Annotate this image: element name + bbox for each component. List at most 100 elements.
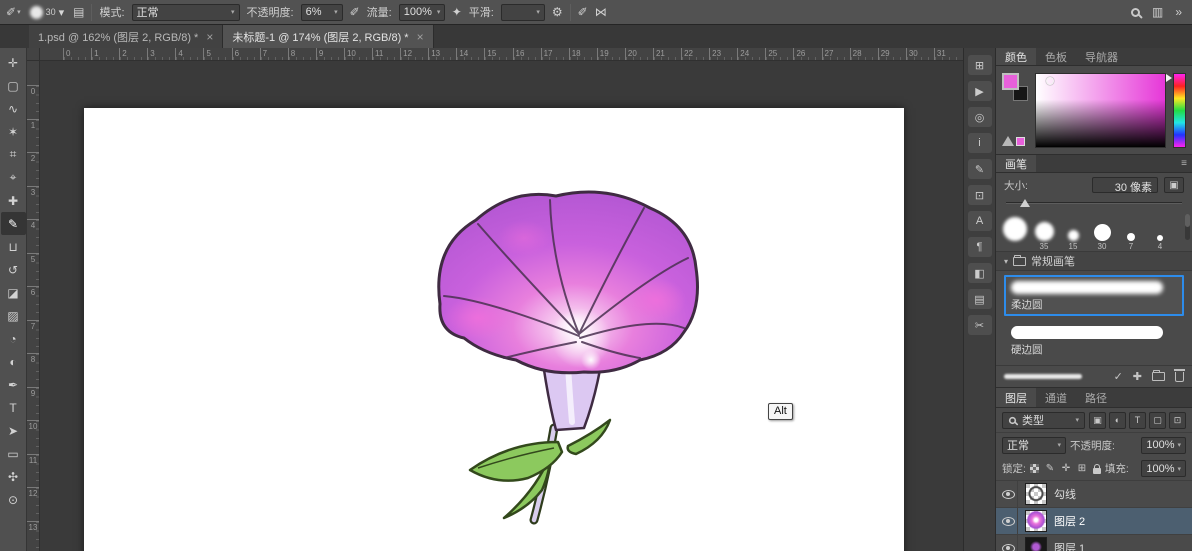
panel-tab[interactable]: 导航器 xyxy=(1076,48,1127,65)
color-saturation-field[interactable] xyxy=(1035,73,1166,148)
blend-mode-select[interactable]: 正常 ▾ xyxy=(131,3,240,21)
brushes-panel-tab[interactable]: 画笔 xyxy=(996,155,1036,172)
tool-type[interactable]: T xyxy=(1,396,26,419)
layer-visibility-eye-icon[interactable] xyxy=(1002,543,1015,551)
tool-move[interactable]: ✛ xyxy=(1,51,26,74)
tool-history-brush[interactable]: ↺ xyxy=(1,258,26,281)
panel-icon-adjustments[interactable]: ◧ xyxy=(967,263,992,283)
new-brush-icon[interactable]: ✚ xyxy=(1133,370,1142,383)
panel-icon-swatches[interactable]: ⊞ xyxy=(967,55,992,75)
pressure-opacity-icon[interactable]: ✐ xyxy=(350,5,360,19)
tool-clone-stamp[interactable]: ⊔ xyxy=(1,235,26,258)
filter-smart-objects[interactable]: ⊡ xyxy=(1169,411,1186,429)
panel-tab[interactable]: 图层 xyxy=(996,388,1036,407)
tool-dodge[interactable]: ◐ xyxy=(1,350,26,373)
tool-hand[interactable]: ✣ xyxy=(1,465,26,488)
panel-menu-icon[interactable]: ≡ xyxy=(1176,155,1192,172)
panel-tab[interactable]: 色板 xyxy=(1036,48,1076,65)
new-group-icon[interactable] xyxy=(1152,370,1165,381)
layer-filter-select[interactable]: 类型 ▾ xyxy=(1002,411,1085,429)
delete-brush-icon[interactable] xyxy=(1174,368,1185,382)
symmetry-icon[interactable]: ⋈ xyxy=(595,5,607,19)
toggle-live-tip-icon[interactable]: ✓ xyxy=(1114,370,1123,383)
vertical-ruler[interactable]: 0 1 2 3 4 5 6 7 8 9 10 11 12 13 xyxy=(27,61,40,551)
brush-settings-panel-toggle[interactable]: ▤ xyxy=(73,5,84,19)
layer-blend-mode-select[interactable]: 正常 ▾ xyxy=(1002,436,1066,454)
panel-icon-info[interactable]: i xyxy=(967,133,992,153)
layer-thumbnail[interactable] xyxy=(1025,510,1047,532)
opacity-select[interactable]: 6% ▾ xyxy=(300,3,343,21)
lock-pixels[interactable]: ✎ xyxy=(1043,462,1057,476)
layer-visibility-eye-icon[interactable] xyxy=(1002,516,1015,526)
panel-tab[interactable]: 颜色 xyxy=(996,48,1036,65)
document-tab[interactable]: 1.psd @ 162% (图层 2, RGB/8) * × xyxy=(29,25,224,48)
brush-item[interactable]: 柔边圆 xyxy=(1004,275,1184,316)
layer-name[interactable]: 勾线 xyxy=(1054,486,1076,502)
layer-row[interactable]: 图层 2 xyxy=(996,508,1192,535)
tab-close-icon[interactable]: × xyxy=(206,30,213,44)
tool-lasso[interactable]: ∿ xyxy=(1,97,26,120)
tool-zoom[interactable]: ⊙ xyxy=(1,488,26,511)
tool-path-selection[interactable]: ➤ xyxy=(1,419,26,442)
brush-size-slider[interactable] xyxy=(1006,197,1182,210)
lock-transparency-icon[interactable] xyxy=(1029,464,1039,473)
panel-icon-properties[interactable]: ✂ xyxy=(967,315,992,335)
tool-blur[interactable]: ◔ xyxy=(1,327,26,350)
layer-fill-select[interactable]: 100% ▾ xyxy=(1141,460,1186,477)
tool-preset-picker[interactable]: ✐ ▾ xyxy=(6,5,21,19)
tool-crop[interactable]: ⌗ xyxy=(1,143,26,166)
tool-eraser[interactable]: ◪ xyxy=(1,281,26,304)
hue-slider-marker[interactable] xyxy=(1166,74,1172,82)
tool-gradient[interactable]: ▨ xyxy=(1,304,26,327)
brush-preset-picker[interactable]: 30 ▾ xyxy=(28,5,67,19)
filter-shape-layers[interactable]: ▢ xyxy=(1149,411,1166,429)
panel-icon-actions[interactable]: ▶ xyxy=(967,81,992,101)
flow-select[interactable]: 100% ▾ xyxy=(398,3,445,21)
layer-row[interactable]: 勾线 xyxy=(996,481,1192,508)
tool-marquee[interactable]: ▢ xyxy=(1,74,26,97)
layer-name[interactable]: 图层 2 xyxy=(1054,513,1085,529)
panel-icon-navigator[interactable]: ◎ xyxy=(967,107,992,127)
brush-preset[interactable]: 7 xyxy=(1118,213,1144,251)
airbrush-icon[interactable]: ✦ xyxy=(452,5,462,19)
foreground-color-swatch[interactable] xyxy=(1002,73,1019,90)
tool-brush[interactable]: ✎ xyxy=(0,212,26,235)
panel-icon-paragraph[interactable]: ¶ xyxy=(967,237,992,257)
lock-position[interactable]: ✛ xyxy=(1059,462,1073,476)
tool-pen[interactable]: ✒ xyxy=(1,373,26,396)
workspace-switcher-icon[interactable]: ▥ xyxy=(1152,5,1163,19)
slider-handle[interactable] xyxy=(1020,199,1030,207)
panel-tab[interactable]: 通道 xyxy=(1036,388,1076,407)
stroke-preview-toggle-icon[interactable]: ▣ xyxy=(1164,177,1184,193)
panel-icon-styles[interactable]: ▤ xyxy=(967,289,992,309)
filter-type-layers[interactable]: T xyxy=(1129,411,1146,429)
horizontal-ruler[interactable]: 0 1 2 3 4 5 6 7 8 9 10 11 12 13 14 15 16 17 18 19 20 21 22 23 24… xyxy=(40,48,963,61)
layer-thumbnail[interactable] xyxy=(1025,537,1047,551)
tool-healing-brush[interactable]: ✚ xyxy=(1,189,26,212)
tool-quick-selection[interactable]: ✶ xyxy=(1,120,26,143)
gamut-color-swatch[interactable] xyxy=(1016,137,1025,146)
canvas[interactable] xyxy=(84,108,904,551)
gamut-warning-icon[interactable] xyxy=(1002,136,1014,146)
brush-group-row[interactable]: ▾ 常规画笔 xyxy=(996,251,1192,271)
document-tab[interactable]: 未标题-1 @ 174% (图层 2, RGB/8) * × xyxy=(223,25,434,48)
pressure-size-icon[interactable]: ✐ xyxy=(578,5,588,19)
brush-preset[interactable]: 15 xyxy=(1060,213,1086,251)
tool-eyedropper[interactable]: ⌖ xyxy=(1,166,26,189)
ruler-corner[interactable] xyxy=(27,48,40,61)
collapse-icon[interactable]: » xyxy=(1175,5,1182,19)
layer-thumbnail[interactable] xyxy=(1025,483,1047,505)
brush-preset[interactable]: 30 xyxy=(1089,213,1115,251)
color-picker-cursor[interactable] xyxy=(1046,77,1054,85)
layer-name[interactable]: 图层 1 xyxy=(1054,540,1085,551)
brush-preset[interactable]: 4 xyxy=(1147,213,1173,251)
brush-preset[interactable] xyxy=(1002,213,1028,251)
search-icon[interactable] xyxy=(1130,7,1140,17)
scrollbar[interactable] xyxy=(1185,214,1190,240)
lock-all-icon[interactable] xyxy=(1092,463,1101,474)
lock-artboard[interactable]: ⊞ xyxy=(1075,462,1089,476)
tab-close-icon[interactable]: × xyxy=(417,30,424,44)
smoothing-gear-icon[interactable]: ⚙ xyxy=(552,5,563,19)
filter-adjustment-layers[interactable]: ◐ xyxy=(1109,411,1126,429)
layer-row[interactable]: 图层 1 xyxy=(996,535,1192,551)
